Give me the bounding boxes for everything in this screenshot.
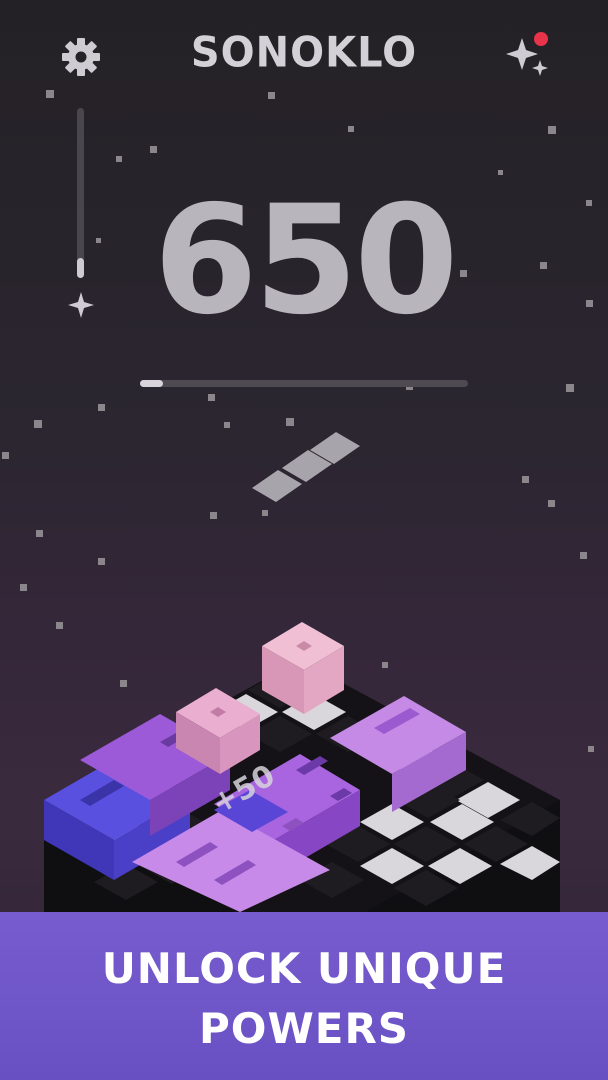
score-progress-fill: [140, 380, 163, 387]
notification-dot: [534, 32, 548, 46]
promo-banner: [0, 912, 608, 1080]
promo-line-2: POWERS: [198, 1004, 410, 1053]
top-bar: SONOKLO: [0, 0, 608, 110]
score-display: 650: [153, 174, 458, 348]
game-board[interactable]: +50: [0, 420, 608, 912]
game-screen: SONOKLO 650 +50 UNLOCK UNIQUE POWERS: [0, 0, 608, 1080]
promo-line-1: UNLOCK UNIQUE: [101, 944, 507, 993]
falling-piece[interactable]: [252, 432, 360, 502]
score-progress-bar: [140, 380, 468, 387]
